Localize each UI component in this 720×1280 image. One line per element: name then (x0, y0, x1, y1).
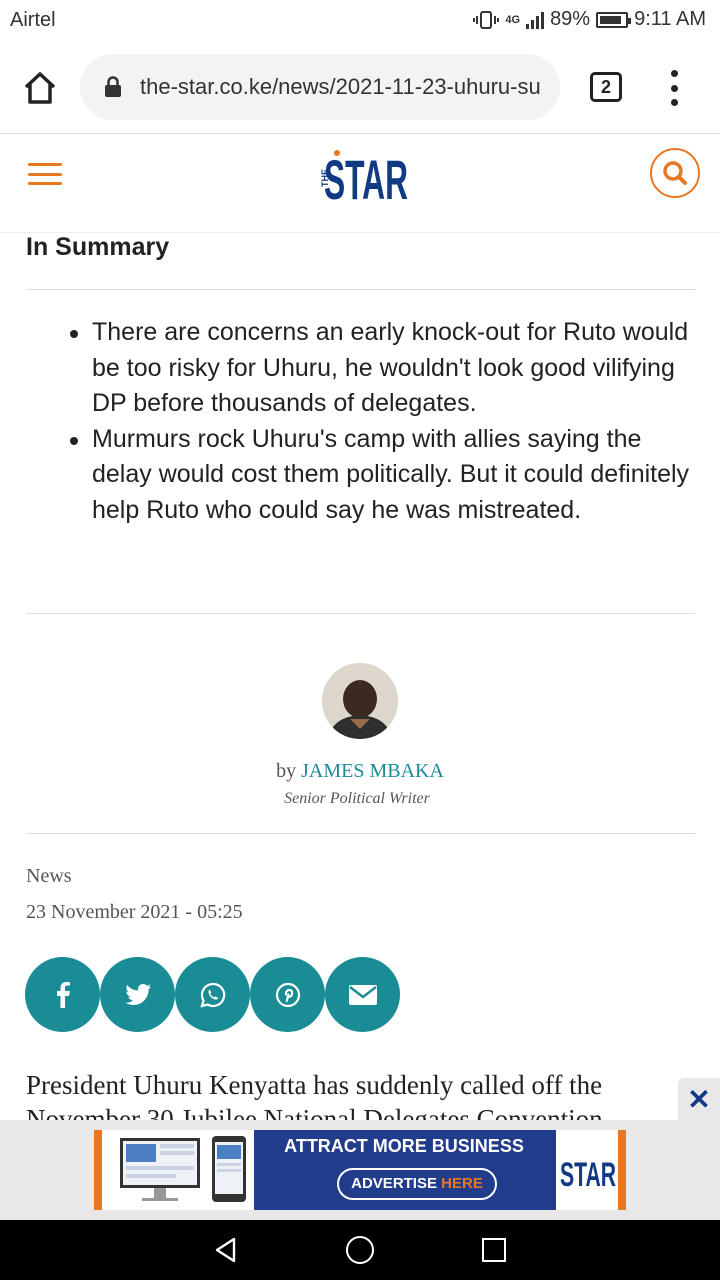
battery-icon (596, 11, 632, 28)
search-button[interactable] (650, 148, 700, 198)
ad-cta-main: ADVERTISE (351, 1175, 437, 1192)
carrier-name: Airtel (10, 9, 56, 31)
close-ad-button[interactable]: ✕ (678, 1078, 720, 1120)
signal-icon (526, 11, 545, 29)
article-lead-paragraph: President Uhuru Kenyatta has suddenly ca… (26, 1070, 603, 1120)
author-byline: by JAMES MBAKA (0, 760, 720, 783)
whatsapp-icon (199, 982, 225, 1008)
address-bar[interactable]: the-star.co.ke/news/2021-11-23-uhuru-su (80, 54, 560, 120)
ad-logo-text: STAR (560, 1156, 616, 1194)
facebook-icon (56, 981, 70, 1008)
home-nav-icon[interactable] (346, 1236, 374, 1264)
summary-list: There are concerns an early knock-out fo… (70, 315, 692, 529)
byline-prefix: by (276, 760, 297, 782)
search-icon (663, 161, 687, 185)
email-icon (348, 984, 377, 1005)
back-icon[interactable] (212, 1236, 240, 1264)
the-star-logo[interactable]: THE STAR (310, 141, 414, 205)
ad-star-logo: STAR (556, 1130, 618, 1210)
system-navigation-bar (0, 1220, 720, 1280)
summary-item: There are concerns an early knock-out fo… (70, 315, 692, 422)
article-section[interactable]: News (26, 865, 72, 888)
url-text: the-star.co.ke/news/2021-11-23-uhuru-su (140, 74, 541, 99)
summary-heading: In Summary (26, 233, 170, 261)
site-header: THE STAR (0, 135, 720, 233)
recent-apps-icon[interactable] (482, 1238, 506, 1262)
divider (26, 613, 695, 614)
network-type: 4G (505, 13, 521, 26)
pinterest-icon (275, 982, 300, 1007)
home-icon[interactable] (20, 68, 60, 108)
author-name-link[interactable]: JAMES MBAKA (301, 760, 444, 782)
author-role: Senior Political Writer (284, 790, 430, 807)
share-pinterest-button[interactable] (250, 957, 325, 1032)
ad-headline: ATTRACT MORE BUSINESS (284, 1136, 524, 1156)
ad-cta-button[interactable]: ADVERTISE HERE (337, 1168, 497, 1200)
summary-item: Murmurs rock Uhuru's camp with allies sa… (70, 422, 692, 529)
divider (26, 289, 695, 290)
ad-cta-accent: HERE (441, 1175, 483, 1192)
tab-switcher-button[interactable]: 2 (590, 72, 622, 102)
hamburger-menu-icon[interactable] (28, 163, 62, 185)
logo-text: STAR (324, 148, 408, 205)
ad-banner[interactable]: ATTRACT MORE BUSINESS ADVERTISE HERE STA… (94, 1130, 626, 1210)
browser-toolbar: the-star.co.ke/news/2021-11-23-uhuru-su … (0, 40, 720, 134)
battery-fill (600, 15, 622, 24)
share-facebook-button[interactable] (25, 957, 100, 1032)
more-vertical-icon[interactable] (664, 70, 684, 106)
share-whatsapp-button[interactable] (175, 957, 250, 1032)
twitter-icon (124, 983, 151, 1005)
clock: 9:11 AM (634, 8, 706, 30)
vibrate-icon (473, 10, 500, 29)
share-email-button[interactable] (325, 957, 400, 1032)
status-icons: 4G 89% 9:11 AM (473, 8, 706, 31)
article-date: 23 November 2021 - 05:25 (26, 901, 243, 923)
ad-container: ATTRACT MORE BUSINESS ADVERTISE HERE STA… (0, 1120, 720, 1220)
share-twitter-button[interactable] (100, 957, 175, 1032)
divider (26, 833, 695, 834)
devices-illustration (102, 1130, 254, 1210)
author-avatar (322, 663, 398, 739)
battery-percent: 89% (550, 8, 591, 30)
article-content: In Summary There are concerns an early k… (0, 233, 720, 1120)
status-bar: Airtel 4G 89% 9:11 AM (0, 0, 720, 40)
lock-icon (105, 76, 121, 97)
